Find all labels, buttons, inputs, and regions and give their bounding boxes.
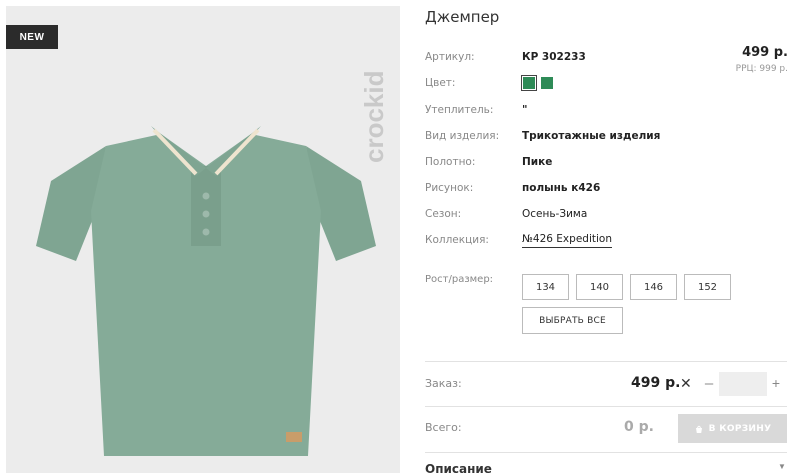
add-to-cart-label: В КОРЗИНУ: [708, 423, 772, 434]
description-toggle[interactable]: Описание: [425, 462, 492, 473]
divider: [425, 406, 787, 407]
total-value: 0 р.: [624, 419, 654, 435]
attr-article: Артикул: КР 302233: [425, 49, 586, 65]
color-swatch-selected[interactable]: [521, 75, 537, 91]
attr-label: Утеплитель:: [425, 104, 494, 116]
attr-label: Рисунок:: [425, 182, 474, 194]
collection-link[interactable]: №426 Expedition: [522, 233, 612, 248]
order-price: 499 р.: [631, 375, 681, 391]
divider: [425, 361, 787, 362]
attr-season: Сезон: Осень-Зима: [425, 206, 587, 222]
attr-fabric: Полотно: Пике: [425, 154, 552, 170]
increase-quantity-button[interactable]: +: [770, 375, 782, 391]
polo-shirt-image: [36, 126, 376, 456]
attr-product-type: Вид изделия: Трикотажные изделия: [425, 128, 660, 144]
size-option[interactable]: 146: [630, 274, 677, 300]
attr-value: полынь к426: [522, 182, 601, 194]
decrease-quantity-button[interactable]: –: [703, 375, 715, 392]
size-label: Рост/размер:: [425, 274, 494, 285]
multiply-icon: ✕: [680, 375, 692, 391]
attr-collection: Коллекция: №426 Expedition: [425, 232, 612, 248]
select-all-sizes-button[interactable]: ВЫБРАТЬ ВСЕ: [522, 307, 623, 334]
attr-label: Цвет:: [425, 77, 456, 89]
attr-label: Коллекция:: [425, 234, 489, 246]
attr-value: КР 302233: [522, 51, 586, 63]
product-price: 499 р.: [742, 45, 788, 60]
attr-value: ": [522, 104, 528, 116]
new-badge: NEW: [6, 25, 58, 49]
size-option[interactable]: 134: [522, 274, 569, 300]
attr-label: Артикул:: [425, 51, 475, 63]
product-title: Джемпер: [425, 8, 500, 26]
product-image[interactable]: NEW crockid: [6, 6, 400, 473]
attr-label: Сезон:: [425, 208, 462, 220]
total-label: Всего:: [425, 421, 462, 434]
attr-insulation: Утеплитель: ": [425, 102, 527, 118]
attr-value: Пике: [522, 156, 553, 168]
attr-value: Трикотажные изделия: [522, 130, 661, 142]
size-option[interactable]: 140: [576, 274, 623, 300]
color-swatch[interactable]: [541, 77, 553, 89]
recommended-retail-price: РРЦ: 999 р.: [735, 64, 788, 74]
chevron-down-icon[interactable]: ▼: [778, 462, 786, 471]
attr-pattern: Рисунок: полынь к426: [425, 180, 600, 196]
attr-label: Полотно:: [425, 156, 476, 168]
attr-color: Цвет:: [425, 75, 557, 91]
attr-label: Вид изделия:: [425, 130, 500, 142]
quantity-input[interactable]: [719, 372, 767, 396]
divider: [425, 452, 787, 453]
order-label: Заказ:: [425, 377, 462, 390]
cart-icon: [695, 425, 702, 433]
add-to-cart-button[interactable]: В КОРЗИНУ: [678, 414, 787, 443]
size-option[interactable]: 152: [684, 274, 731, 300]
attr-value: Осень-Зима: [522, 208, 588, 220]
